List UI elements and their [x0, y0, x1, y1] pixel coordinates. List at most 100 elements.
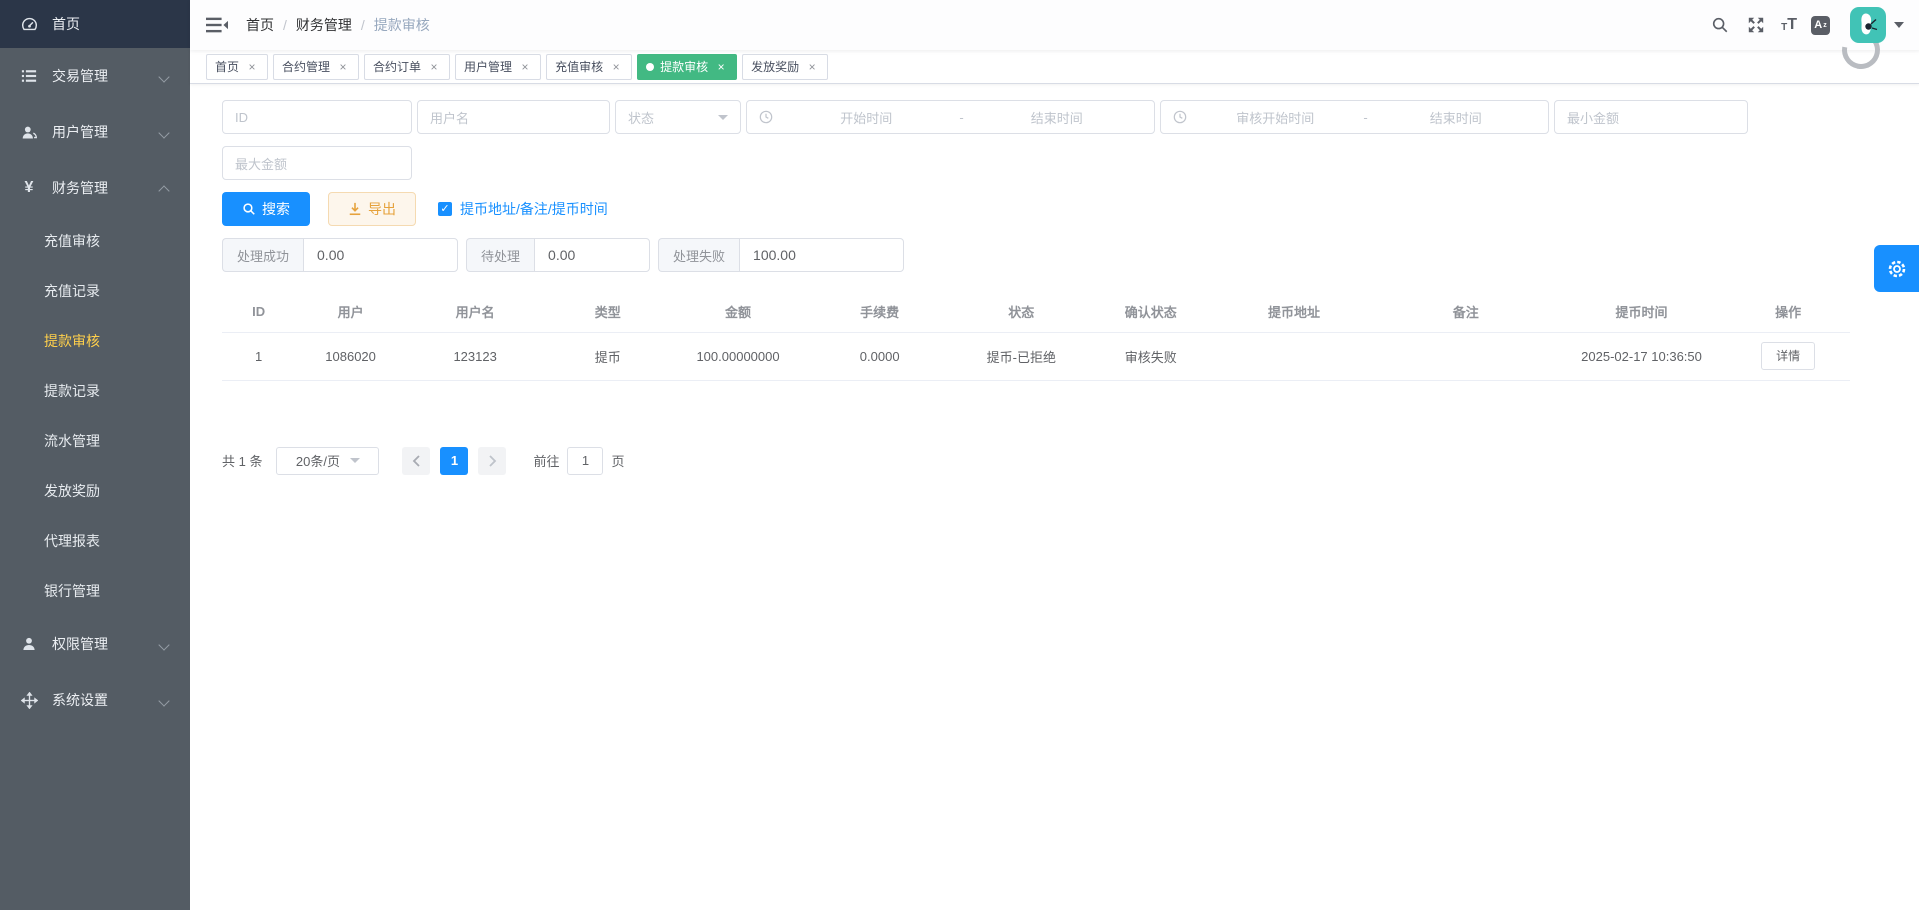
stat-label: 待处理 — [466, 238, 534, 272]
stat-value[interactable]: 0.00 — [534, 238, 650, 272]
tab-contract-order[interactable]: 合约订单× — [364, 54, 450, 80]
show-columns-checkbox[interactable]: ✓ 提币地址/备注/提币时间 — [438, 199, 608, 219]
gear-icon — [1885, 257, 1909, 281]
cell-address — [1213, 332, 1374, 380]
sidebar-item-finance[interactable]: ¥ 财务管理 — [0, 160, 190, 216]
cell-confirm-status: 审核失败 — [1088, 332, 1213, 380]
prev-page-button[interactable] — [402, 447, 430, 475]
checkbox-checked-icon[interactable]: ✓ — [438, 202, 452, 216]
sidebar-item-home[interactable]: 首页 — [0, 0, 190, 48]
col-time: 提币时间 — [1557, 292, 1726, 332]
close-icon[interactable]: × — [427, 60, 441, 74]
stat-label: 处理失败 — [658, 238, 739, 272]
close-icon[interactable]: × — [805, 60, 819, 74]
col-remark: 备注 — [1375, 292, 1557, 332]
sidebar-subitem-withdraw-review[interactable]: 提款审核 — [0, 316, 190, 366]
fullscreen-icon[interactable] — [1745, 14, 1767, 36]
id-input[interactable]: ID — [222, 100, 412, 134]
username-input[interactable]: 用户名 — [417, 100, 610, 134]
breadcrumb-separator: / — [361, 17, 365, 33]
close-icon[interactable]: × — [336, 60, 350, 74]
stat-pending: 待处理 0.00 — [466, 238, 650, 272]
chevron-down-icon — [160, 695, 170, 705]
tab-withdraw-review[interactable]: 提款审核× — [637, 54, 737, 80]
chevron-down-icon — [160, 71, 170, 81]
sidebar-subitem-recharge-review[interactable]: 充值审核 — [0, 216, 190, 266]
next-page-button[interactable] — [478, 447, 506, 475]
sidebar-subitem-agent-report[interactable]: 代理报表 — [0, 516, 190, 566]
search-icon[interactable] — [1709, 14, 1731, 36]
sidebar-subitem-bank-manage[interactable]: 银行管理 — [0, 566, 190, 616]
review-date-range-picker[interactable]: 审核开始时间 - 结束时间 — [1160, 100, 1549, 134]
yen-icon: ¥ — [20, 179, 38, 197]
min-amount-input[interactable]: 最小金额 — [1554, 100, 1748, 134]
caret-down-icon — [1894, 22, 1904, 28]
sidebar-item-permission[interactable]: 权限管理 — [0, 616, 190, 672]
settings-fab[interactable] — [1874, 245, 1919, 292]
goto-page-input[interactable]: 1 — [567, 447, 603, 475]
cell-type: 提币 — [544, 332, 671, 380]
col-user: 用户 — [295, 292, 406, 332]
stat-value[interactable]: 0.00 — [303, 238, 458, 272]
page-unit-label: 页 — [611, 451, 624, 470]
chevron-down-icon — [718, 115, 728, 120]
font-size-icon[interactable]: TT — [1781, 17, 1797, 33]
date-range-picker[interactable]: 开始时间 - 结束时间 — [746, 100, 1155, 134]
tab-reward[interactable]: 发放奖励× — [742, 54, 828, 80]
sidebar-subitem-withdraw-record[interactable]: 提款记录 — [0, 366, 190, 416]
chevron-down-icon — [160, 639, 170, 649]
detail-button[interactable]: 详情 — [1761, 342, 1815, 370]
sidebar-item-users[interactable]: 用户管理 — [0, 104, 190, 160]
user-menu[interactable] — [1850, 7, 1904, 43]
page-number-1[interactable]: 1 — [440, 447, 468, 475]
clock-icon — [1173, 110, 1187, 124]
sidebar-item-label: 权限管理 — [52, 634, 160, 654]
finance-submenu: 充值审核 充值记录 提款审核 提款记录 流水管理 发放奖励 代理报表 银行管理 — [0, 216, 190, 616]
cell-username: 123123 — [406, 332, 544, 380]
sidebar-item-label: 首页 — [52, 14, 170, 34]
table-row: 1 1086020 123123 提币 100.00000000 0.0000 … — [222, 332, 1850, 380]
close-icon[interactable]: × — [245, 60, 259, 74]
tab-contract-manage[interactable]: 合约管理× — [273, 54, 359, 80]
cell-status: 提币-已拒绝 — [955, 332, 1088, 380]
pagination: 共 1 条 20条/页 1 前往 1 页 — [222, 447, 1850, 475]
export-button[interactable]: 导出 — [328, 192, 416, 226]
breadcrumb: 首页 / 财务管理 / 提款审核 — [246, 15, 430, 35]
stat-value[interactable]: 100.00 — [739, 238, 904, 272]
breadcrumb-item-finance[interactable]: 财务管理 — [296, 15, 352, 35]
navbar-right: TT Az — [1709, 7, 1904, 43]
tab-user-manage[interactable]: 用户管理× — [455, 54, 541, 80]
status-select[interactable]: 状态 — [615, 100, 741, 134]
translate-icon[interactable]: Az — [1811, 16, 1830, 35]
tab-recharge-review[interactable]: 充值审核× — [546, 54, 632, 80]
close-icon[interactable]: × — [714, 60, 728, 74]
col-actions: 操作 — [1726, 292, 1850, 332]
cell-remark — [1375, 332, 1557, 380]
sidebar-subitem-reward[interactable]: 发放奖励 — [0, 466, 190, 516]
page-content: ID 用户名 状态 开始时间 - 结束时间 审核开始时间 - 结束时间 — [190, 84, 1919, 910]
search-button[interactable]: 搜索 — [222, 192, 310, 226]
col-type: 类型 — [544, 292, 671, 332]
cell-time: 2025-02-17 10:36:50 — [1557, 332, 1726, 380]
avatar[interactable] — [1850, 7, 1886, 43]
clock-icon — [759, 110, 773, 124]
goto-label: 前往 — [533, 451, 559, 470]
sidebar-subitem-recharge-record[interactable]: 充值记录 — [0, 266, 190, 316]
page-size-select[interactable]: 20条/页 — [276, 447, 379, 475]
breadcrumb-item-current: 提款审核 — [374, 15, 430, 35]
download-icon — [348, 202, 362, 216]
sidebar-toggle-icon[interactable] — [206, 15, 228, 35]
sidebar-item-trade[interactable]: 交易管理 — [0, 48, 190, 104]
sidebar-subitem-flow-manage[interactable]: 流水管理 — [0, 416, 190, 466]
breadcrumb-item-home[interactable]: 首页 — [246, 15, 274, 35]
filter-row-1: ID 用户名 状态 开始时间 - 结束时间 审核开始时间 - 结束时间 — [222, 100, 1850, 134]
stat-label: 处理成功 — [222, 238, 303, 272]
sidebar-item-settings[interactable]: 系统设置 — [0, 672, 190, 728]
pagination-total: 共 1 条 — [222, 451, 262, 470]
close-icon[interactable]: × — [609, 60, 623, 74]
chevron-down-icon — [350, 458, 360, 463]
goto-page: 前往 1 页 — [533, 447, 624, 475]
close-icon[interactable]: × — [518, 60, 532, 74]
tab-home[interactable]: 首页× — [206, 54, 268, 80]
max-amount-input[interactable]: 最大金额 — [222, 146, 412, 180]
